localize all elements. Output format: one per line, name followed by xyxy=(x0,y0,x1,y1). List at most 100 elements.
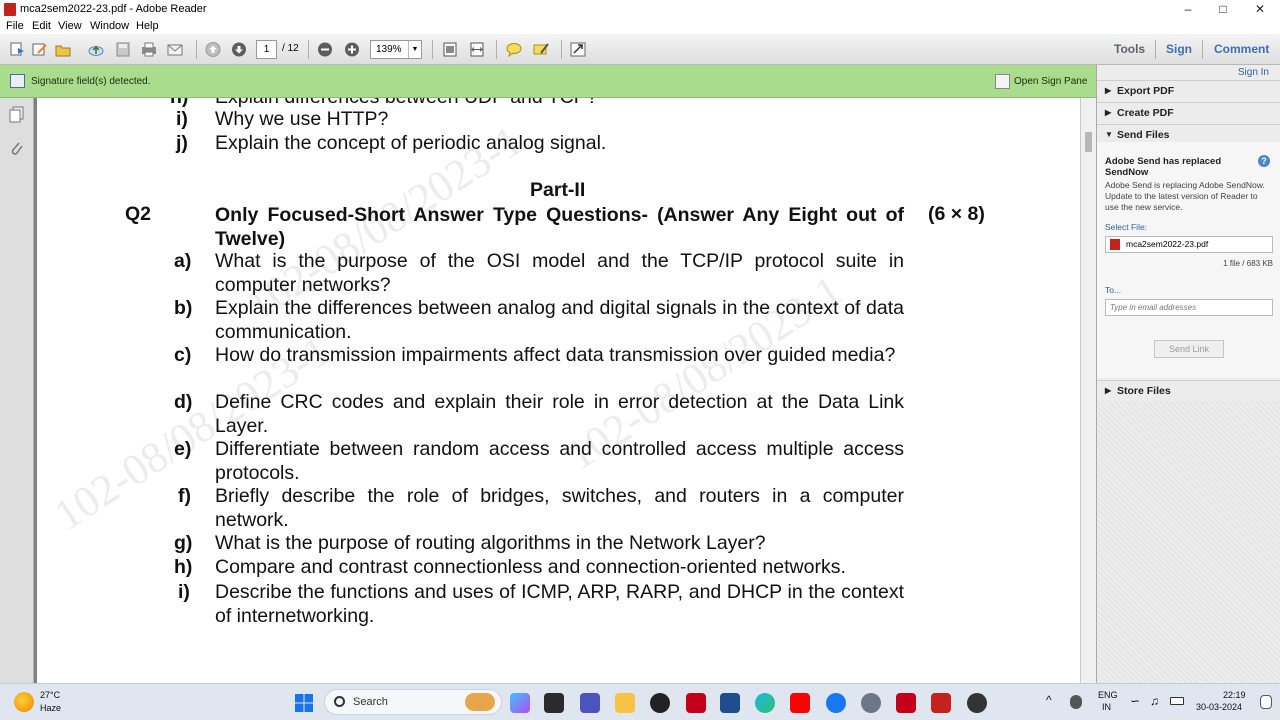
send-files-panel: Adobe Send has replaced SendNow ? Adobe … xyxy=(1097,142,1280,378)
weather-icon[interactable] xyxy=(14,692,34,712)
help-icon[interactable]: ? xyxy=(1258,155,1270,167)
send-files-section[interactable]: ▼ Send Files xyxy=(1097,124,1280,144)
minimize-button[interactable]: – xyxy=(1170,0,1206,19)
email-addresses-input[interactable]: Type in email addresses xyxy=(1105,299,1273,316)
save-icon[interactable] xyxy=(115,42,131,57)
page-total: / 12 xyxy=(282,43,299,54)
fit-width-icon[interactable] xyxy=(469,42,485,57)
mcafee-security-icon[interactable] xyxy=(896,693,916,713)
send-link-button[interactable]: Send Link xyxy=(1154,340,1224,358)
triangle-right-icon: ▶ xyxy=(1105,108,1112,117)
question-text: Explain the differences between analog a… xyxy=(215,297,904,343)
vertical-scrollbar[interactable] xyxy=(1080,98,1096,683)
comment-tab[interactable]: Comment xyxy=(1214,42,1269,56)
language-region[interactable]: IN xyxy=(1102,702,1111,712)
question-text: Describe the functions and uses of ICMP,… xyxy=(215,581,904,627)
tools-tab[interactable]: Tools xyxy=(1114,42,1145,56)
comment-icon[interactable] xyxy=(506,42,522,57)
sign-in-link[interactable]: Sign In xyxy=(1238,67,1269,78)
question-text: Differentiate between random access and … xyxy=(215,438,904,484)
item-label: i) xyxy=(178,581,190,603)
item-label: i) xyxy=(176,108,188,130)
store-icon[interactable] xyxy=(720,693,740,713)
close-button[interactable]: ✕ xyxy=(1242,0,1278,19)
sign-side-pane: Sign In ▶ Export PDF ▶ Create PDF ▼ Send… xyxy=(1096,65,1280,683)
highlight-icon[interactable] xyxy=(533,42,549,57)
notification-icon[interactable] xyxy=(1260,695,1272,709)
send-files-label: Send Files xyxy=(1117,129,1170,141)
zoom-level-dropdown[interactable]: 139% ▼ xyxy=(370,40,422,59)
document-viewport[interactable]: 102-08/08/2023-1 102-08/08/2023-1 102-08… xyxy=(34,98,1096,683)
teams-icon[interactable] xyxy=(580,693,600,713)
adobe-reader-taskbar-icon[interactable] xyxy=(931,693,951,713)
pdf-page: 102-08/08/2023-1 102-08/08/2023-1 102-08… xyxy=(37,98,1080,683)
settings-icon[interactable] xyxy=(861,693,881,713)
zoom-in-icon[interactable] xyxy=(344,42,360,57)
file-explorer-icon[interactable] xyxy=(615,693,635,713)
microphone-icon[interactable] xyxy=(1070,695,1082,709)
email-icon[interactable] xyxy=(167,42,183,57)
taskbar-search[interactable]: Search xyxy=(324,689,502,715)
page-thumbnails-icon[interactable] xyxy=(9,106,24,123)
wifi-icon[interactable]: ∽ xyxy=(1130,694,1140,708)
store-files-section[interactable]: ▶ Store Files xyxy=(1097,380,1280,400)
battery-icon[interactable] xyxy=(1170,697,1184,705)
notification-message: Signature field(s) detected. xyxy=(31,76,151,87)
item-label: g) xyxy=(174,532,193,554)
zoom-out-icon[interactable] xyxy=(317,42,333,57)
search-icon xyxy=(334,696,345,707)
mcafee-icon[interactable] xyxy=(686,693,706,713)
edge-icon[interactable] xyxy=(755,693,775,713)
previous-page-icon[interactable] xyxy=(205,42,221,57)
menu-edit[interactable]: Edit xyxy=(32,20,51,32)
select-file-label: Select File: xyxy=(1105,222,1148,232)
temperature[interactable]: 27°C xyxy=(40,690,60,700)
maximize-button[interactable]: □ xyxy=(1205,0,1241,19)
print-icon[interactable] xyxy=(141,42,157,57)
task-view-icon[interactable] xyxy=(544,693,564,713)
next-page-icon[interactable] xyxy=(231,42,247,57)
chevron-up-icon[interactable]: ^ xyxy=(1046,693,1052,707)
open-folder-icon[interactable] xyxy=(55,42,71,57)
dell-icon[interactable] xyxy=(650,693,670,713)
attachments-icon[interactable] xyxy=(9,140,24,157)
windows-taskbar: 27°C Haze Search ^ ENG IN ∽ ♫ 22:19 30-0… xyxy=(0,683,1280,720)
weather-condition[interactable]: Haze xyxy=(40,703,61,713)
marks: (6 × 8) xyxy=(928,203,985,225)
part-title: Part-II xyxy=(530,179,586,201)
clock-date[interactable]: 30-03-2024 xyxy=(1196,702,1242,712)
question-number: Q2 xyxy=(125,203,152,225)
selected-file-field[interactable]: mca2sem2022-23.pdf xyxy=(1105,236,1273,253)
facebook-icon[interactable] xyxy=(826,693,846,713)
chevron-down-icon: ▼ xyxy=(408,41,421,58)
menu-help[interactable]: Help xyxy=(136,20,159,32)
zoom-value: 139% xyxy=(376,44,402,55)
open-sign-pane-button[interactable]: Open Sign Pane xyxy=(992,72,1091,91)
language-code[interactable]: ENG xyxy=(1098,690,1118,700)
menu-window[interactable]: Window xyxy=(90,20,129,32)
youtube-icon[interactable] xyxy=(790,693,810,713)
edit-document-icon[interactable] xyxy=(32,42,48,57)
to-label[interactable]: To... xyxy=(1105,285,1121,295)
cloud-upload-icon[interactable] xyxy=(88,42,104,57)
expand-icon[interactable] xyxy=(570,42,586,57)
windows-start-icon[interactable] xyxy=(294,693,314,713)
create-pdf-icon[interactable] xyxy=(9,42,25,57)
sign-tab[interactable]: Sign xyxy=(1166,42,1192,56)
question-text: Define CRC codes and explain their role … xyxy=(215,391,904,437)
copilot-icon[interactable] xyxy=(510,693,530,713)
triangle-right-icon: ▶ xyxy=(1105,386,1112,395)
clock-time[interactable]: 22:19 xyxy=(1223,690,1246,700)
create-pdf-section[interactable]: ▶ Create PDF xyxy=(1097,102,1280,122)
menu-file[interactable]: File xyxy=(6,20,24,32)
export-pdf-section[interactable]: ▶ Export PDF xyxy=(1097,80,1280,100)
volume-icon[interactable]: ♫ xyxy=(1150,694,1159,708)
menu-view[interactable]: View xyxy=(58,20,82,32)
search-highlight-icon xyxy=(465,693,495,711)
scrollbar-thumb[interactable] xyxy=(1085,132,1092,152)
chrome-icon[interactable] xyxy=(967,693,987,713)
page-number-input[interactable]: 1 xyxy=(256,40,277,59)
fit-page-icon[interactable] xyxy=(442,42,458,57)
search-label: Search xyxy=(353,696,388,708)
item-label: a) xyxy=(174,250,192,272)
